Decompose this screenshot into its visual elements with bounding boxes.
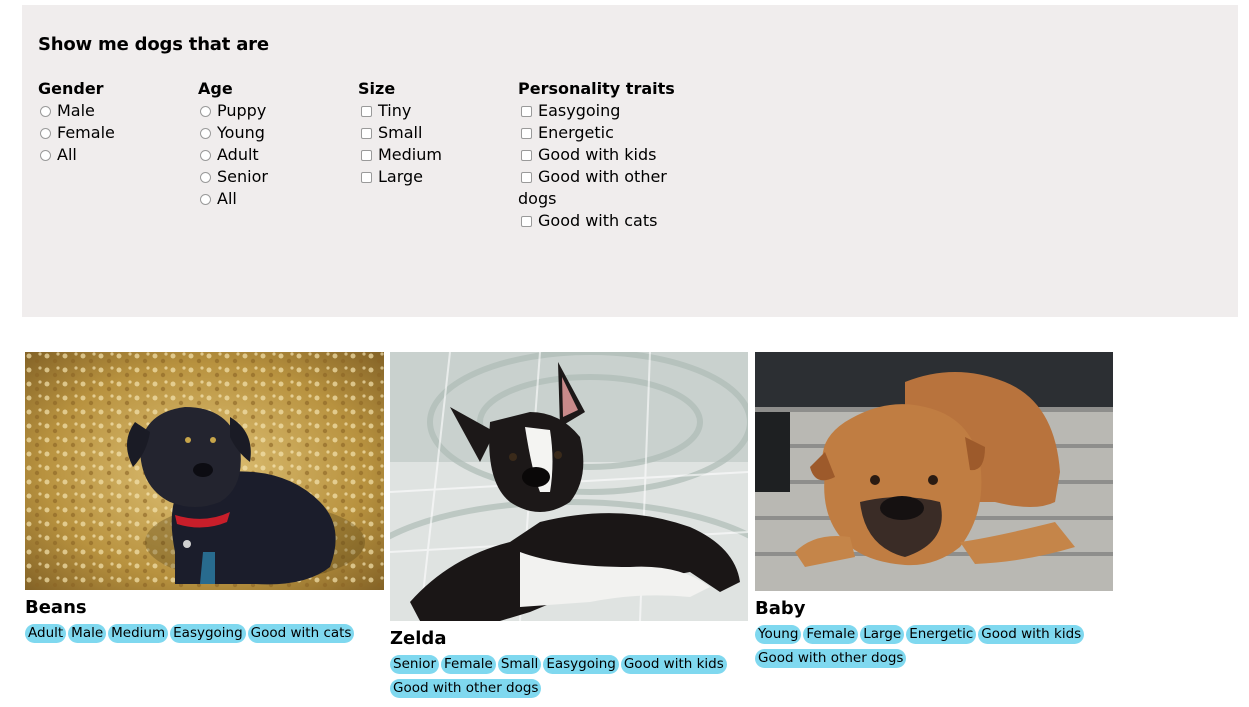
gender-filter-group: Gender Male Female All — [38, 78, 115, 166]
radio-button[interactable] — [40, 128, 51, 139]
personality-filter-group: Personality traits Easygoing Energetic G… — [518, 78, 675, 232]
gender-option-all[interactable]: All — [38, 144, 115, 166]
radio-button[interactable] — [200, 194, 211, 205]
checkbox[interactable] — [361, 150, 372, 161]
size-filter-group: Size Tiny Small Medium Large — [358, 78, 442, 188]
age-option-puppy[interactable]: Puppy — [198, 100, 268, 122]
checkbox[interactable] — [521, 106, 532, 117]
tag-badge: Easygoing — [543, 655, 619, 674]
size-group-title: Size — [358, 79, 396, 98]
radio-button[interactable] — [200, 106, 211, 117]
tag-badge: Young — [755, 625, 802, 644]
tag-badge: Senior — [390, 655, 439, 674]
gender-group-title: Gender — [38, 79, 104, 98]
tag-badge: Good with kids — [620, 655, 727, 674]
age-group-title: Age — [198, 79, 233, 98]
trait-option-good-with-cats[interactable]: Good with cats — [518, 210, 675, 232]
radio-button[interactable] — [200, 128, 211, 139]
size-option-tiny[interactable]: Tiny — [358, 100, 442, 122]
dog-card-zelda[interactable]: Zelda Senior Female Small Easygoing Good wit… — [390, 352, 750, 700]
dog-card-beans[interactable]: Beans Adult Male Medium Easygoing Good with … — [25, 352, 385, 645]
dog-card-baby[interactable]: Baby Young Female Large Energetic Good with … — [755, 352, 1115, 670]
filter-panel: Show me dogs that are Gender Male Female… — [22, 5, 1238, 317]
age-filter-group: Age Puppy Young Adult Senior All — [198, 78, 268, 210]
dog-name: Baby — [755, 598, 806, 619]
checkbox[interactable] — [361, 172, 372, 183]
trait-option-good-with-other-dogs[interactable]: Good with other dogs — [518, 166, 668, 210]
tag-badge: Male — [68, 624, 107, 643]
age-option-all[interactable]: All — [198, 188, 268, 210]
dog-tags: Senior Female Small Easygoing Good with kids… — [390, 652, 750, 700]
tag-badge: Good with kids — [978, 625, 1085, 644]
dog-photo — [390, 352, 748, 621]
dog-photo-beans — [25, 352, 384, 590]
age-option-young[interactable]: Young — [198, 122, 268, 144]
size-option-medium[interactable]: Medium — [358, 144, 442, 166]
radio-button[interactable] — [200, 172, 211, 183]
dog-tags: Adult Male Medium Easygoing Good with cats — [25, 621, 385, 645]
checkbox[interactable] — [521, 172, 532, 183]
trait-option-good-with-kids[interactable]: Good with kids — [518, 144, 675, 166]
dog-name: Beans — [25, 597, 87, 618]
gender-option-male[interactable]: Male — [38, 100, 115, 122]
checkbox[interactable] — [521, 150, 532, 161]
tag-badge: Medium — [108, 624, 169, 643]
checkbox[interactable] — [521, 128, 532, 139]
radio-button[interactable] — [40, 150, 51, 161]
checkbox[interactable] — [361, 106, 372, 117]
personality-group-title: Personality traits — [518, 79, 675, 98]
trait-option-energetic[interactable]: Energetic — [518, 122, 675, 144]
checkbox[interactable] — [361, 128, 372, 139]
age-option-senior[interactable]: Senior — [198, 166, 268, 188]
dog-photo — [755, 352, 1113, 591]
checkbox[interactable] — [521, 216, 532, 227]
age-option-adult[interactable]: Adult — [198, 144, 268, 166]
tag-badge: Small — [497, 655, 542, 674]
dog-photo — [25, 352, 384, 590]
dog-name: Zelda — [390, 628, 447, 649]
radio-button[interactable] — [40, 106, 51, 117]
size-option-small[interactable]: Small — [358, 122, 442, 144]
radio-button[interactable] — [200, 150, 211, 161]
tag-badge: Female — [441, 655, 496, 674]
tag-badge: Good with other dogs — [755, 649, 907, 668]
dog-photo-zelda — [390, 352, 748, 621]
trait-option-easygoing[interactable]: Easygoing — [518, 100, 675, 122]
size-option-large[interactable]: Large — [358, 166, 442, 188]
filter-heading: Show me dogs that are — [38, 34, 269, 55]
gender-option-female[interactable]: Female — [38, 122, 115, 144]
tag-badge: Energetic — [906, 625, 977, 644]
tag-badge: Large — [860, 625, 905, 644]
dog-photo-baby — [755, 352, 1113, 591]
tag-badge: Adult — [25, 624, 67, 643]
tag-badge: Good with other dogs — [390, 679, 542, 698]
tag-badge: Female — [803, 625, 859, 644]
tag-badge: Good with cats — [247, 624, 355, 643]
dog-tags: Young Female Large Energetic Good with kids G… — [755, 622, 1115, 670]
tag-badge: Easygoing — [170, 624, 246, 643]
